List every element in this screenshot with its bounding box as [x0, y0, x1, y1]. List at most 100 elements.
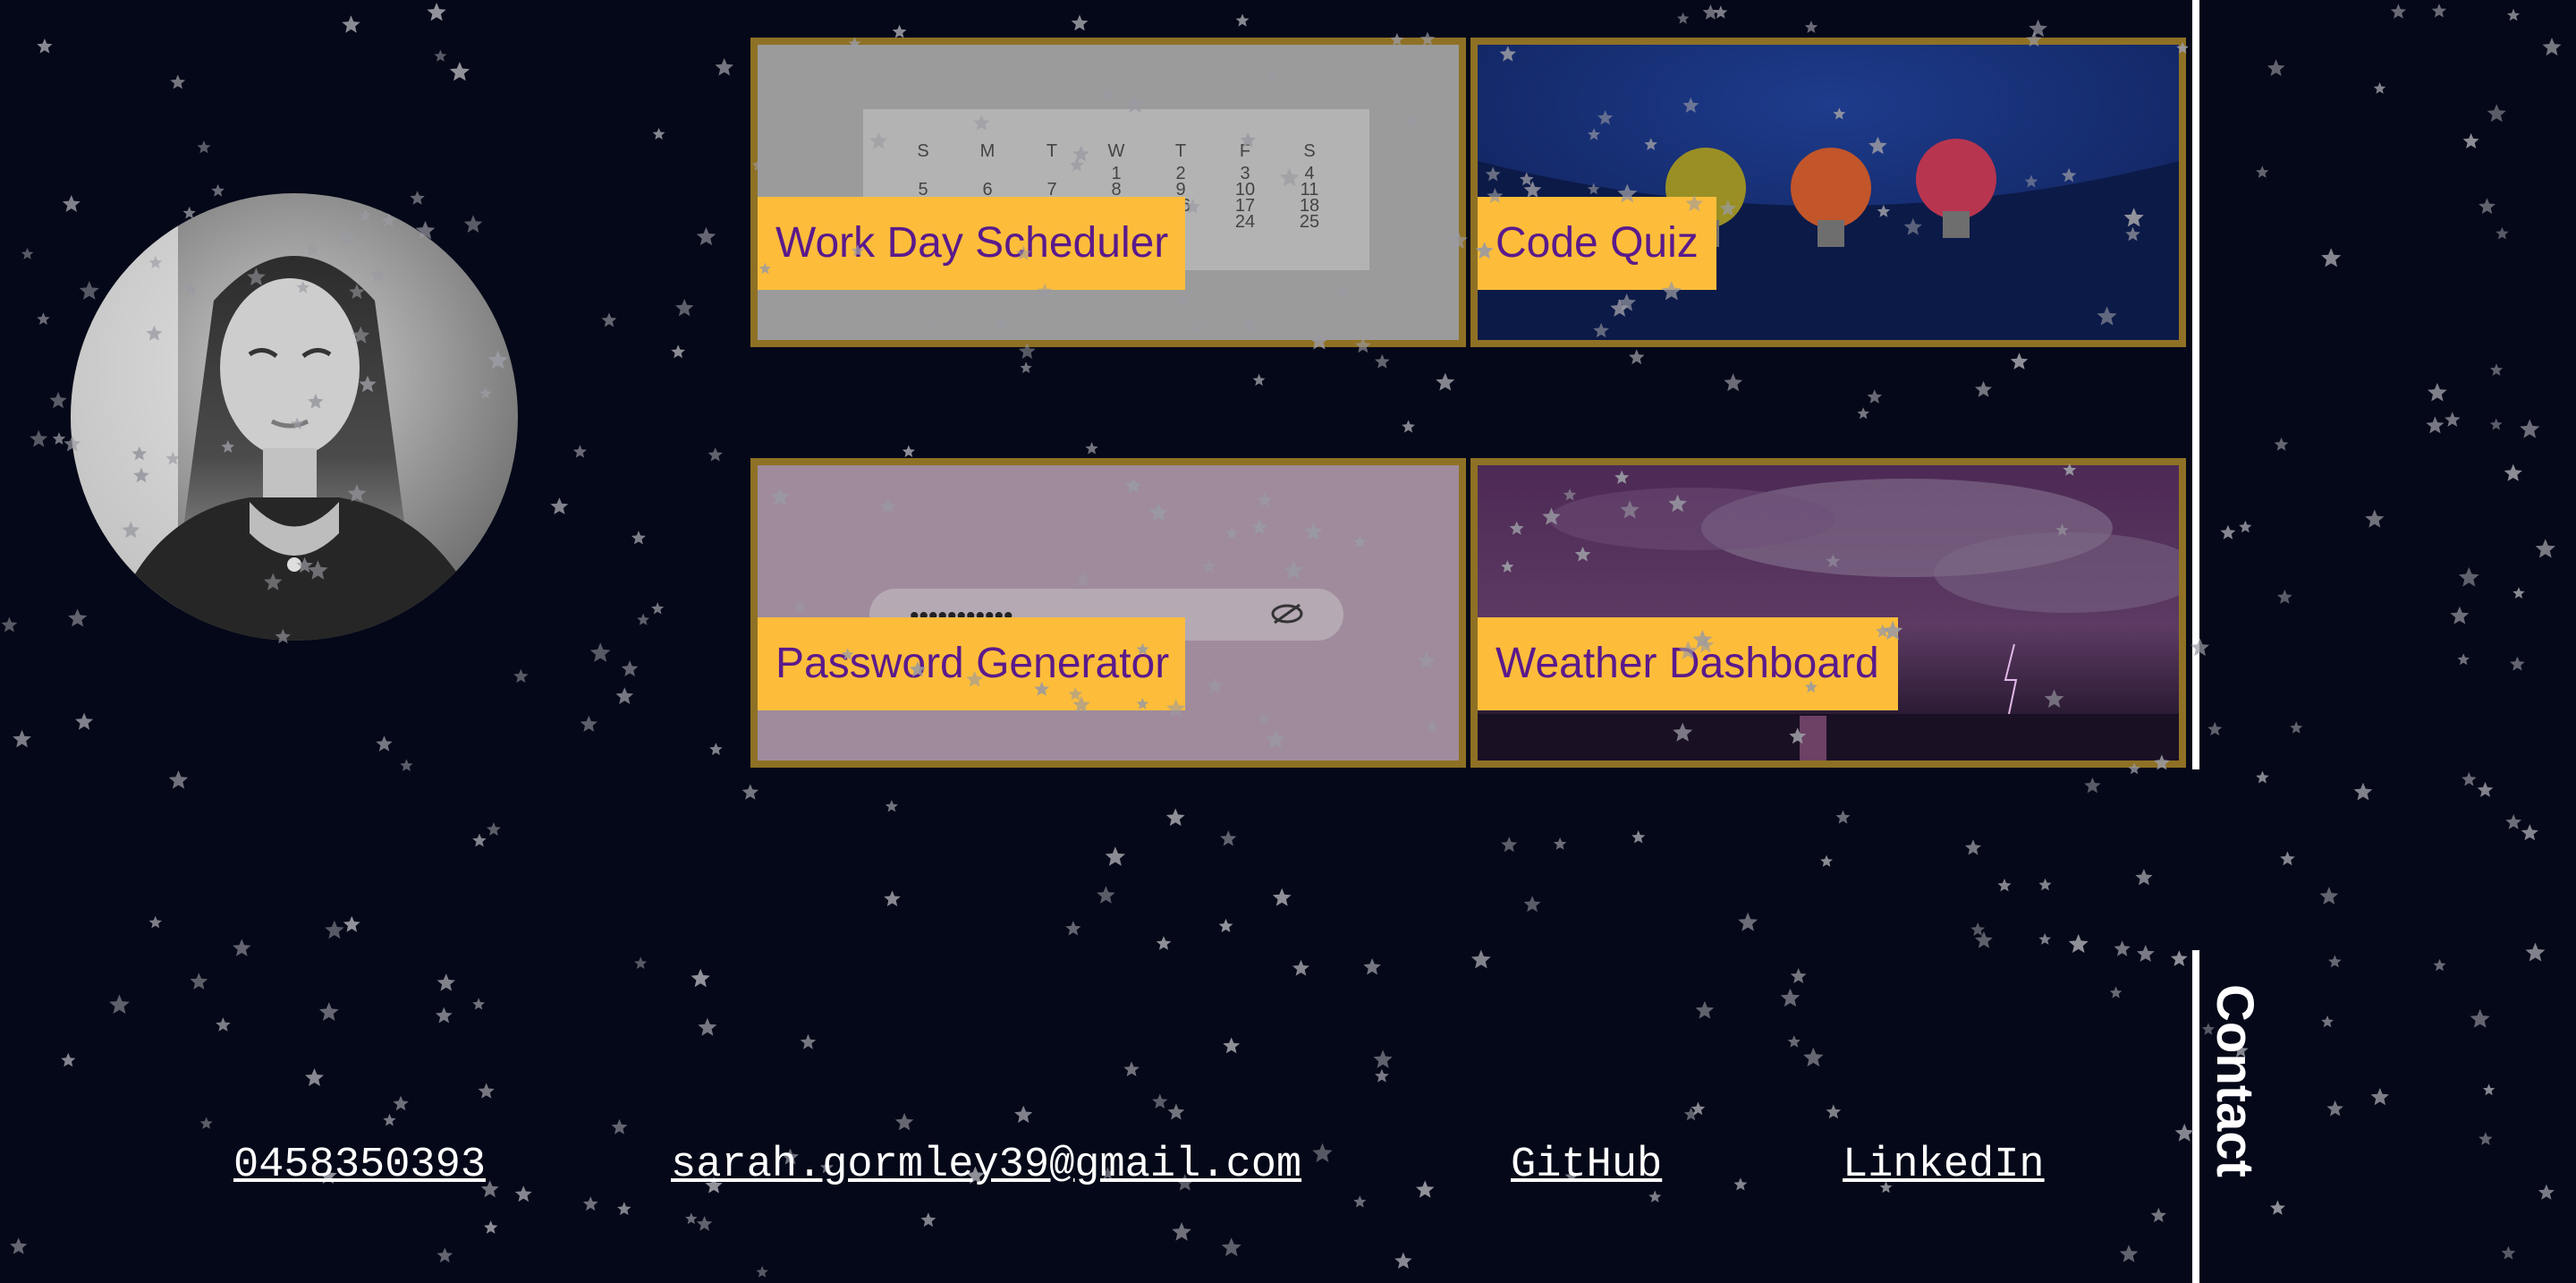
star-icon	[1683, 1107, 1699, 1121]
star-icon	[637, 613, 650, 625]
star-icon	[2373, 81, 2386, 94]
star-icon	[10, 1237, 28, 1254]
star-icon	[1105, 846, 1126, 866]
github-link[interactable]: GitHub	[1511, 1134, 1662, 1197]
star-icon	[1156, 936, 1172, 950]
phone-link[interactable]: 0458350393	[233, 1134, 486, 1197]
star-icon	[2535, 539, 2555, 558]
calendar-day-header: M	[980, 141, 996, 161]
star-icon	[1292, 959, 1309, 976]
star-icon	[2506, 8, 2521, 21]
star-icon	[2319, 887, 2339, 905]
star-icon	[675, 299, 694, 317]
star-icon	[696, 1216, 713, 1231]
star-icon	[1, 616, 18, 633]
linkedin-link[interactable]: LinkedIn	[1843, 1134, 2045, 1197]
calendar-day-header: W	[1108, 141, 1125, 161]
star-icon	[2390, 4, 2407, 19]
star-icon	[2220, 524, 2236, 540]
star-icon	[708, 447, 723, 462]
project-card-work-day-scheduler[interactable]: S M T W T F S 1 2 3 4 5 6 7 8 9 10 11 16…	[750, 38, 1466, 347]
star-icon	[2328, 955, 2342, 968]
star-icon	[1676, 12, 1690, 24]
star-icon	[892, 24, 907, 38]
star-icon	[2029, 19, 2047, 38]
star-icon	[383, 1113, 396, 1126]
star-icon	[1470, 949, 1491, 969]
star-icon	[2010, 353, 2029, 370]
star-icon	[1085, 441, 1098, 455]
star-icon	[1416, 1180, 1435, 1198]
star-icon	[1804, 21, 1818, 33]
star-icon	[1436, 372, 1455, 391]
star-icon	[2489, 418, 2503, 430]
project-card-password-generator[interactable]: ••••••••••• Password Generator	[750, 458, 1466, 768]
star-icon	[1787, 1035, 1801, 1048]
project-card-code-quiz[interactable]: Code Quiz	[1470, 38, 2186, 347]
star-icon	[1997, 879, 2012, 892]
star-icon	[2068, 934, 2089, 953]
project-card-weather-dashboard[interactable]: Weather Dashboard	[1470, 458, 2186, 768]
lightbulbs-thumbnail	[1478, 45, 2179, 340]
email-link[interactable]: sarah.gormley39@gmail.com	[671, 1134, 1301, 1197]
star-icon	[715, 57, 733, 76]
star-icon	[37, 38, 53, 54]
star-icon	[2521, 824, 2538, 841]
star-icon	[2239, 520, 2252, 533]
star-icon	[342, 15, 360, 33]
star-icon	[2038, 933, 2052, 945]
star-icon	[2479, 1132, 2493, 1145]
star-icon	[1097, 886, 1115, 904]
star-icon	[1373, 1049, 1393, 1068]
project-title[interactable]: Password Generator	[758, 617, 1185, 710]
star-icon	[611, 1118, 628, 1134]
star-icon	[2119, 1245, 2139, 1262]
star-icon	[1553, 837, 1567, 850]
star-icon	[920, 1212, 936, 1228]
star-icon	[2501, 1245, 2516, 1260]
star-icon	[1235, 13, 1250, 27]
star-icon	[1690, 1101, 1706, 1116]
star-icon	[61, 1052, 76, 1067]
star-icon	[325, 920, 344, 939]
star-icon	[170, 74, 186, 89]
star-icon	[589, 642, 611, 662]
star-icon	[698, 1017, 717, 1036]
star-icon	[68, 608, 88, 627]
star-icon	[2520, 419, 2540, 438]
project-title[interactable]: Weather Dashboard	[1478, 617, 1898, 710]
star-icon	[2135, 869, 2153, 886]
star-icon	[393, 1095, 409, 1111]
star-icon	[2256, 166, 2269, 178]
star-icon	[487, 822, 501, 836]
star-icon	[1402, 420, 1415, 433]
star-icon	[2538, 1184, 2555, 1200]
storm-thumbnail	[1478, 465, 2179, 760]
project-title[interactable]: Work Day Scheduler	[758, 197, 1185, 290]
star-icon	[651, 602, 665, 615]
star-icon	[62, 194, 80, 212]
project-title[interactable]: Code Quiz	[1478, 197, 1716, 290]
star-icon	[2433, 958, 2446, 972]
star-icon	[37, 312, 50, 326]
star-icon	[617, 1202, 631, 1216]
star-icon	[2174, 1123, 2194, 1142]
star-icon	[1221, 1237, 1241, 1257]
star-icon	[1780, 988, 1801, 1007]
star-icon	[1803, 1047, 1824, 1067]
star-icon	[483, 1220, 498, 1234]
star-icon	[1123, 1061, 1140, 1076]
star-icon	[2207, 721, 2223, 736]
star-icon	[1252, 373, 1266, 387]
star-icon	[2321, 1015, 2334, 1028]
star-icon	[1857, 407, 1869, 420]
calendar-thumbnail: S M T W T F S 1 2 3 4 5 6 7 8 9 10 11 16…	[758, 45, 1459, 340]
star-icon	[756, 1265, 768, 1278]
star-icon	[1733, 1177, 1748, 1191]
calendar-date: 25	[1300, 212, 1319, 232]
star-icon	[1152, 1093, 1168, 1109]
password-field-thumbnail: •••••••••••	[758, 465, 1459, 760]
star-icon	[1375, 1068, 1389, 1083]
star-icon	[449, 62, 470, 81]
star-icon	[211, 183, 225, 197]
